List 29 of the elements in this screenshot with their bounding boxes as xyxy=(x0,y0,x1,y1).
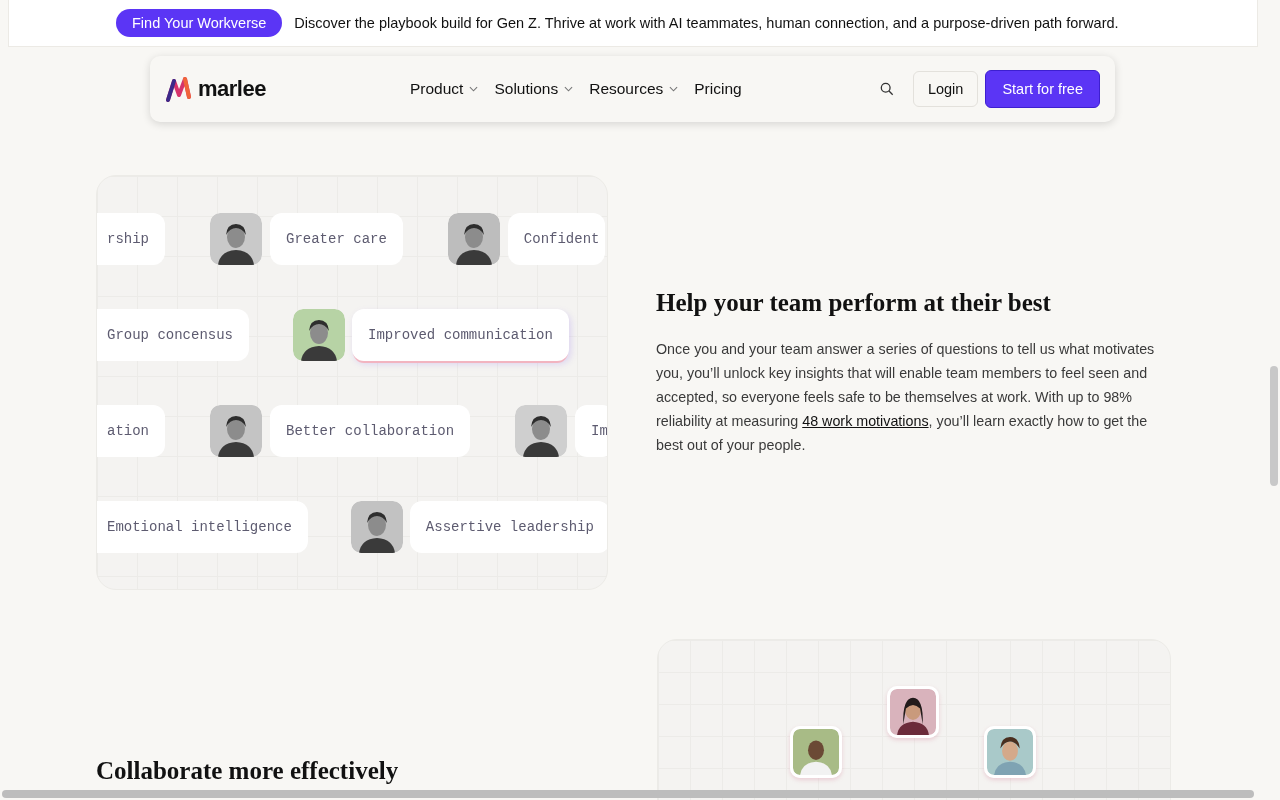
logo-wordmark[interactable]: marlee xyxy=(198,76,266,102)
trait-chip: Confident xyxy=(507,213,606,265)
start-free-button[interactable]: Start for free xyxy=(985,70,1100,108)
trait-chip: Improved communication xyxy=(352,309,569,361)
announcement-text: Discover the playbook build for Gen Z. Thrive at work with AI teammates, human connection, and a purpose-driven path forward. xyxy=(294,15,1119,31)
trait-chip: Greater care xyxy=(270,213,403,265)
trait-chip: Emotional intelligence xyxy=(97,501,308,553)
search-icon[interactable] xyxy=(879,82,894,96)
nav-menu-item[interactable]: Product xyxy=(410,76,479,102)
login-button[interactable]: Login xyxy=(912,71,979,107)
trait-chip: ation xyxy=(97,405,165,457)
workverse-button[interactable]: Find Your Workverse xyxy=(116,9,283,37)
trait-chip: Group concensus xyxy=(97,309,250,361)
motivations-link[interactable]: 48 work motivations xyxy=(802,413,929,429)
horizontal-scrollbar[interactable] xyxy=(2,790,1254,798)
trait-chip: Im xyxy=(575,405,607,457)
nav-menu-item[interactable]: Solutions xyxy=(494,76,574,102)
trait-chip: Better collaboration xyxy=(270,405,471,457)
section-heading: Collaborate more effectively xyxy=(96,757,399,785)
nav-menu-item[interactable]: Pricing xyxy=(694,76,742,102)
chevron-down-icon xyxy=(564,86,574,92)
nav-menu-item[interactable]: Resources xyxy=(589,76,679,102)
section-paragraph: Once you and your team answer a series of questions to tell us what motivates you, you’ll unlock key insights that will enable team members to feel seen and accepted, so everyone feels safe to be themselves at work. With up to 98% reliability at measuring 48 work motivations, you’ll learn exactly how to get the best out of your people. xyxy=(656,340,1156,455)
trait-chip: Assertive leadership xyxy=(409,501,607,553)
vertical-scrollbar[interactable] xyxy=(1270,366,1278,486)
trait-chip: rship xyxy=(97,213,165,265)
chevron-down-icon xyxy=(669,86,679,92)
section-heading: Help your team perform at their best xyxy=(656,289,1052,317)
chevron-down-icon xyxy=(469,86,479,92)
